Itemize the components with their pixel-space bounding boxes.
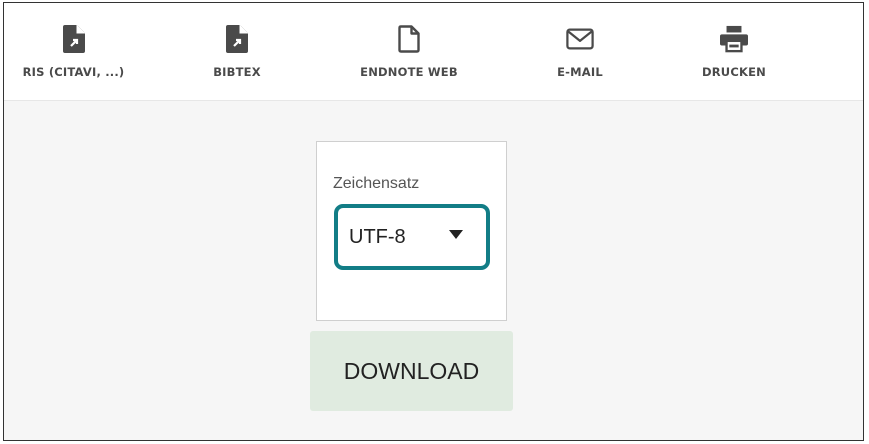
bibtex-export-label: BIBTEX	[213, 65, 261, 79]
file-export-icon	[223, 25, 251, 53]
printer-icon	[720, 25, 748, 53]
charset-card: Zeichensatz UTF-8	[316, 141, 507, 321]
endnote-web-export-label: ENDNOTE WEB	[360, 65, 458, 79]
ris-export-button[interactable]: RIS (CITAVI, ...)	[16, 25, 131, 79]
ris-export-label: RIS (CITAVI, ...)	[22, 65, 125, 79]
file-export-icon	[60, 25, 88, 53]
bibtex-export-button[interactable]: BIBTEX	[202, 25, 272, 79]
charset-select[interactable]: UTF-8	[334, 204, 490, 270]
email-export-button[interactable]: E-MAIL	[542, 25, 618, 79]
email-export-label: E-MAIL	[557, 65, 603, 79]
envelope-icon	[566, 25, 594, 53]
endnote-web-export-button[interactable]: ENDNOTE WEB	[344, 25, 474, 79]
export-window: RIS (CITAVI, ...) BIBTEX ENDNOTE WEB E-M…	[3, 2, 864, 441]
file-outline-icon	[395, 25, 423, 53]
charset-select-value: UTF-8	[349, 225, 406, 248]
print-label: DRUCKEN	[702, 65, 766, 79]
caret-down-icon	[449, 230, 463, 239]
export-toolbar: RIS (CITAVI, ...) BIBTEX ENDNOTE WEB E-M…	[4, 3, 863, 101]
download-button[interactable]: DOWNLOAD	[310, 331, 513, 411]
print-button[interactable]: DRUCKEN	[689, 25, 779, 79]
charset-label: Zeichensatz	[333, 175, 420, 192]
